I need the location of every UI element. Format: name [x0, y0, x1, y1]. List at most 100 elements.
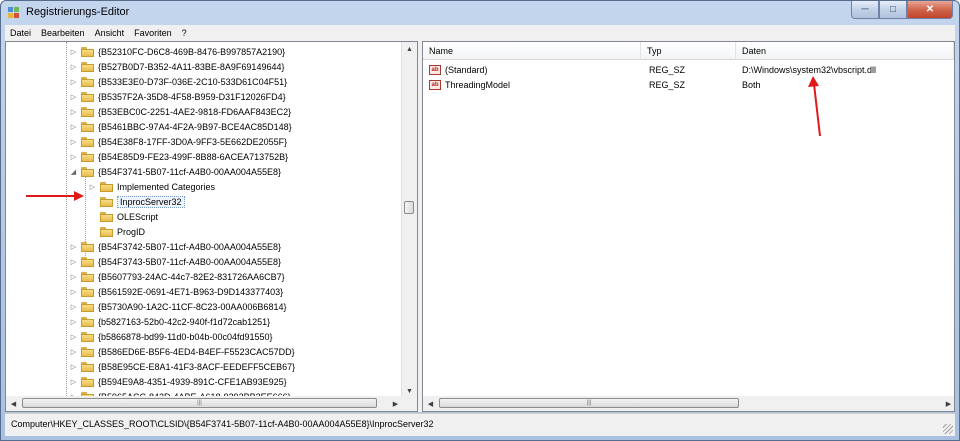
- expand-arrow-icon[interactable]: ▷: [69, 332, 78, 341]
- scroll-corner: [402, 396, 417, 411]
- tree-item[interactable]: ▷ {B58E95CE-E8A1-41F3-8ACF-EEDEFF5CEB67}: [69, 359, 295, 374]
- close-icon: ✕: [925, 4, 935, 15]
- expand-arrow-icon[interactable]: ▷: [69, 122, 78, 131]
- expand-arrow-icon[interactable]: ▷: [69, 272, 78, 281]
- values-horizontal-scrollbar[interactable]: ◀ ||| ▶: [423, 396, 954, 411]
- menu-item-favoriten[interactable]: Favoriten: [129, 28, 177, 38]
- close-button[interactable]: ✕: [907, 1, 953, 19]
- values-list-pane: Name Typ Daten ab (Standard) REG_SZ D:\W…: [422, 41, 955, 412]
- scrollbar-thumb[interactable]: [404, 201, 414, 214]
- title-bar[interactable]: Registrierungs-Editor ─ □ ✕: [1, 1, 959, 25]
- folder-icon: [81, 286, 94, 297]
- expand-arrow-icon[interactable]: ▷: [69, 302, 78, 311]
- tree-item[interactable]: ▷ {B533E3E0-D73F-036E-2C10-533D61C04F51}: [69, 74, 287, 89]
- value-row[interactable]: ab (Standard) REG_SZ D:\Windows\system32…: [423, 63, 954, 78]
- tree-item[interactable]: ▷ Implemented Categories: [88, 179, 215, 194]
- expand-arrow-icon[interactable]: ▷: [69, 347, 78, 356]
- tree-item-label: {B54E85D9-FE23-499F-8B88-6ACEA713752B}: [98, 151, 289, 162]
- maximize-button[interactable]: □: [879, 1, 907, 19]
- string-value-icon: ab: [429, 80, 441, 90]
- tree-item-label: {b5866878-bd99-11d0-b04b-00c04fd91550}: [98, 331, 273, 342]
- resize-grip-icon[interactable]: [943, 424, 953, 434]
- scroll-right-arrow-icon[interactable]: ▶: [941, 396, 954, 411]
- menu-item-help[interactable]: ?: [177, 28, 192, 38]
- tree-vertical-scrollbar[interactable]: ▲ ▼: [401, 42, 417, 398]
- scroll-left-arrow-icon[interactable]: ◀: [6, 396, 21, 411]
- tree-item[interactable]: ▷ {B561592E-0691-4E71-B963-D9D143377403}: [69, 284, 283, 299]
- expand-arrow-icon[interactable]: ▷: [69, 77, 78, 86]
- expand-arrow-icon[interactable]: ▷: [69, 287, 78, 296]
- expand-arrow-icon[interactable]: ▷: [69, 377, 78, 386]
- caption-buttons: ─ □ ✕: [851, 1, 953, 19]
- value-type: REG_SZ: [649, 80, 686, 90]
- minimize-button[interactable]: ─: [851, 1, 879, 19]
- tree-item[interactable]: ▷ {B53EBC0C-2251-4AE2-9818-FD6AAF843EC2}: [69, 104, 291, 119]
- folder-icon: [81, 376, 94, 387]
- column-header-type[interactable]: Typ: [641, 42, 736, 60]
- tree-item[interactable]: ▷ {B54F3742-5B07-11cf-A4B0-00AA004A55E8}: [69, 239, 281, 254]
- tree-item-label: {B586ED6E-B5F6-4ED4-B4EF-F5523CAC57DD}: [98, 346, 295, 357]
- tree-item-label: {B54F3742-5B07-11cf-A4B0-00AA004A55E8}: [98, 241, 281, 252]
- tree-item-label: {B533E3E0-D73F-036E-2C10-533D61C04F51}: [98, 76, 288, 87]
- tree-item[interactable]: ▷ {B54F3743-5B07-11cf-A4B0-00AA004A55E8}: [69, 254, 281, 269]
- menu-item-bearbeiten[interactable]: Bearbeiten: [36, 28, 90, 38]
- folder-icon: [100, 181, 113, 192]
- tree-item[interactable]: ◢ {B54F3741-5B07-11cf-A4B0-00AA004A55E8}: [69, 164, 281, 179]
- tree-item-label: {B5607793-24AC-44c7-82E2-831726AA6CB7}: [98, 271, 285, 282]
- tree-item-label: {B54E38F8-17FF-3D0A-9FF3-5E662DE2055F}: [98, 136, 288, 147]
- tree-item-label: Implemented Categories: [117, 181, 216, 192]
- expand-arrow-icon[interactable]: ▷: [69, 242, 78, 251]
- column-header-data[interactable]: Daten: [736, 42, 954, 60]
- collapse-arrow-icon[interactable]: ◢: [69, 167, 78, 176]
- folder-icon: [81, 361, 94, 372]
- scroll-up-arrow-icon[interactable]: ▲: [402, 42, 417, 56]
- tree-item-label: {B527B0D7-B352-4A11-83BE-8A9F69149644}: [98, 61, 285, 72]
- tree-item-label: {B52310FC-D6C8-469B-8476-B997857A2190}: [98, 46, 286, 57]
- tree-item[interactable]: ▷ {B5461BBC-97A4-4F2A-9B97-BCE4AC85D148}: [69, 119, 292, 134]
- expand-arrow-icon[interactable]: ▷: [88, 182, 97, 191]
- expand-arrow-icon[interactable]: ▷: [69, 137, 78, 146]
- tree-item[interactable]: ▷ {B52310FC-D6C8-469B-8476-B997857A2190}: [69, 44, 285, 59]
- tree-item[interactable]: ▷ {B5357F2A-35D8-4F58-B959-D31F12026FD4}: [69, 89, 286, 104]
- column-header-name[interactable]: Name: [423, 42, 641, 60]
- folder-icon: [100, 196, 113, 207]
- tree-item[interactable]: ▷ {B586ED6E-B5F6-4ED4-B4EF-F5523CAC57DD}: [69, 344, 295, 359]
- value-name: ThreadingModel: [445, 80, 511, 90]
- tree-item-selected[interactable]: InprocServer32: [88, 194, 185, 209]
- expand-arrow-icon[interactable]: ▷: [69, 152, 78, 161]
- value-type: REG_SZ: [649, 65, 686, 75]
- folder-icon: [81, 331, 94, 342]
- tree-item[interactable]: ▷ {B54E85D9-FE23-499F-8B88-6ACEA713752B}: [69, 149, 288, 164]
- tree-horizontal-scrollbar[interactable]: ◀ ||| ▶: [6, 396, 403, 411]
- scroll-left-arrow-icon[interactable]: ◀: [423, 396, 438, 411]
- folder-icon: [81, 136, 94, 147]
- tree-item[interactable]: OLEScript: [88, 209, 158, 224]
- tree-item[interactable]: ▷ {b5866878-bd99-11d0-b04b-00c04fd91550}: [69, 329, 273, 344]
- menu-bar: Datei Bearbeiten Ansicht Favoriten ?: [5, 25, 955, 41]
- tree-item[interactable]: ▷ {B5607793-24AC-44c7-82E2-831726AA6CB7}: [69, 269, 285, 284]
- folder-icon: [81, 61, 94, 72]
- expand-arrow-icon[interactable]: ▷: [69, 62, 78, 71]
- menu-item-datei[interactable]: Datei: [5, 28, 36, 38]
- folder-icon: [81, 91, 94, 102]
- expand-arrow-icon[interactable]: ▷: [69, 107, 78, 116]
- expand-arrow-icon[interactable]: ▷: [69, 257, 78, 266]
- minimize-icon: ─: [861, 4, 869, 15]
- scrollbar-thumb[interactable]: |||: [22, 398, 377, 408]
- menu-item-ansicht[interactable]: Ansicht: [90, 28, 130, 38]
- tree-item-label: {B53EBC0C-2251-4AE2-9818-FD6AAF843EC2}: [98, 106, 292, 117]
- scroll-right-arrow-icon[interactable]: ▶: [388, 396, 403, 411]
- scrollbar-thumb[interactable]: |||: [439, 398, 739, 408]
- value-row[interactable]: ab ThreadingModel REG_SZ Both: [423, 78, 954, 93]
- tree-item-label: {B5461BBC-97A4-4F2A-9B97-BCE4AC85D148}: [98, 121, 292, 132]
- tree-item[interactable]: ▷ {B5730A90-1A2C-11CF-8C23-00AA006B6814}: [69, 299, 286, 314]
- tree-item[interactable]: ▷ {b5827163-52b0-42c2-940f-f1d72cab1251}: [69, 314, 270, 329]
- expand-arrow-icon[interactable]: ▷: [69, 47, 78, 56]
- tree-item[interactable]: ▷ {B54E38F8-17FF-3D0A-9FF3-5E662DE2055F}: [69, 134, 287, 149]
- expand-arrow-icon[interactable]: ▷: [69, 92, 78, 101]
- tree-item[interactable]: ProgID: [88, 224, 145, 239]
- tree-item[interactable]: ▷ {B594E9A8-4351-4939-891C-CFE1AB93E925}: [69, 374, 287, 389]
- expand-arrow-icon[interactable]: ▷: [69, 317, 78, 326]
- tree-item[interactable]: ▷ {B527B0D7-B352-4A11-83BE-8A9F69149644}: [69, 59, 284, 74]
- expand-arrow-icon[interactable]: ▷: [69, 362, 78, 371]
